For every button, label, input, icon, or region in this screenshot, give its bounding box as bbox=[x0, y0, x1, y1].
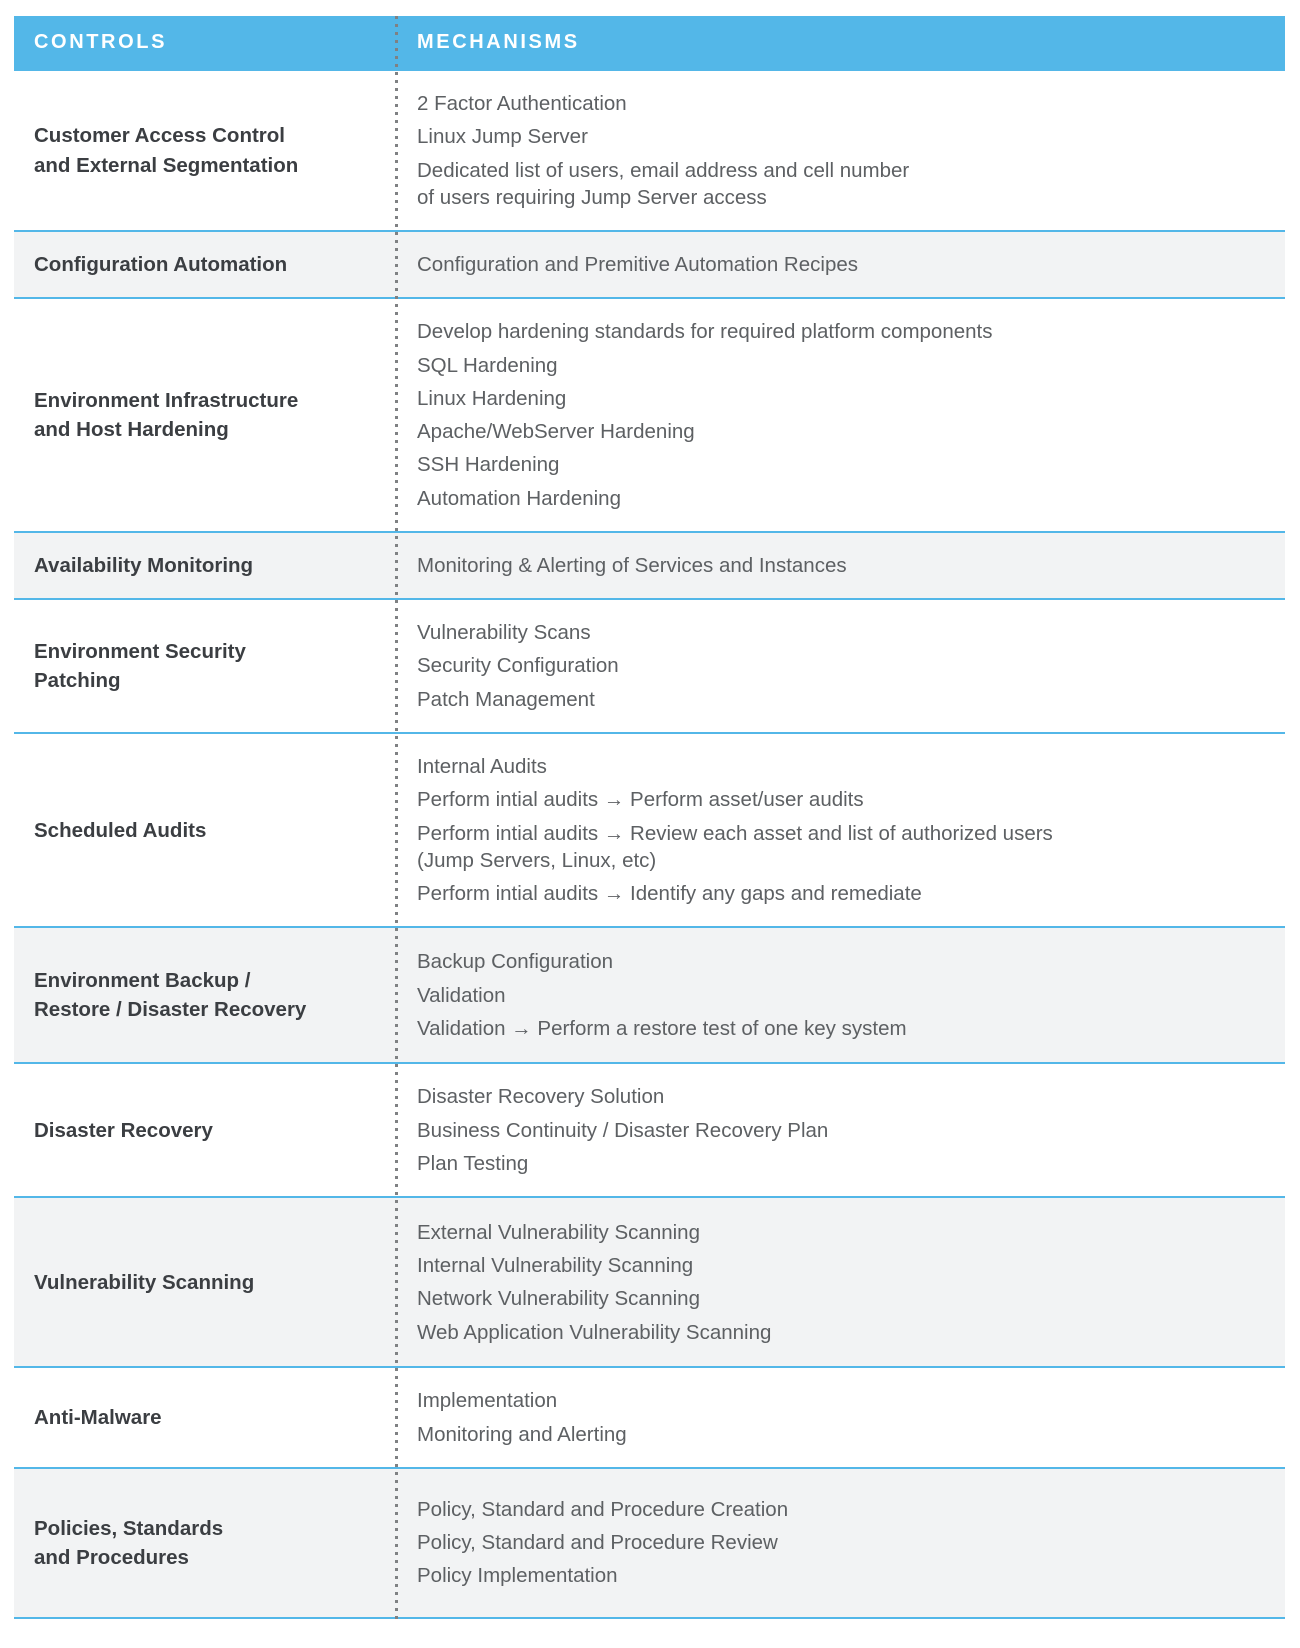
table-body: Customer Access Control and External Seg… bbox=[14, 69, 1285, 1619]
mechanism-item: Perform intial audits → Review each asse… bbox=[417, 821, 1053, 872]
mechanism-item: Perform intial audits → Perform asset/us… bbox=[417, 788, 864, 812]
table-header-row: CONTROLS MECHANISMS bbox=[14, 16, 1285, 69]
mechanism-item: Linux Hardening bbox=[417, 386, 567, 410]
control-title: Vulnerability Scanning bbox=[34, 1270, 255, 1294]
control-cell: Vulnerability Scanning bbox=[14, 1198, 395, 1366]
mechanism-cell: Backup Configuration Validation Validation… bbox=[395, 928, 1285, 1062]
control-cell: Environment Backup / Restore / Disaster … bbox=[14, 928, 395, 1062]
table-row: Policies, Standards and Procedures Policy… bbox=[14, 1466, 1285, 1619]
mechanism-item: Policy, Standard and Procedure Review bbox=[417, 1531, 778, 1555]
mechanism-cell: Policy, Standard and Procedure Creation P… bbox=[395, 1469, 1285, 1617]
table-row: Environment Backup / Restore / Disaster … bbox=[14, 926, 1285, 1063]
control-cell: Customer Access Control and External Seg… bbox=[14, 71, 395, 230]
mechanism-item: Vulnerability Scans bbox=[417, 621, 591, 645]
control-cell: Policies, Standards and Procedures bbox=[14, 1469, 395, 1617]
mechanism-item: Perform intial audits → Identify any gap… bbox=[417, 882, 922, 905]
table-row: Anti-Malware Implementation Monitoring and… bbox=[14, 1366, 1285, 1467]
table-row: Environment Security Patching Vulnerabili… bbox=[14, 598, 1285, 732]
mechanism-item: External Vulnerability Scanning bbox=[417, 1220, 700, 1244]
mechanism-item: Network Vulnerability Scanning bbox=[417, 1287, 700, 1311]
control-title: Environment Infrastructure and Host Hard… bbox=[34, 388, 299, 441]
mechanism-item: Dedicated list of users, email address a… bbox=[417, 158, 910, 209]
mechanism-cell: Disaster Recovery Solution Business Conti… bbox=[395, 1064, 1285, 1196]
table-row: Scheduled Audits Internal Audits Perform i… bbox=[14, 732, 1285, 926]
mechanism-item: Plan Testing bbox=[417, 1151, 529, 1175]
controls-mechanisms-table: CONTROLS MECHANISMS Customer Access Cont… bbox=[14, 16, 1285, 1619]
mechanism-item: Implementation bbox=[417, 1389, 558, 1413]
table-row: Configuration Automation Configuration an… bbox=[14, 230, 1285, 298]
mechanism-item: Validation → Perform a restore test of o… bbox=[417, 1016, 907, 1040]
control-title: Environment Backup / Restore / Disaster … bbox=[34, 969, 307, 1022]
mechanism-item: SSH Hardening bbox=[417, 453, 560, 477]
mechanism-item: Linux Jump Server bbox=[417, 125, 588, 149]
control-title: Environment Security Patching bbox=[34, 639, 246, 692]
column-header-controls: CONTROLS bbox=[34, 31, 168, 53]
control-cell: Environment Security Patching bbox=[14, 600, 395, 732]
control-title: Availability Monitoring bbox=[34, 553, 254, 577]
table-row: Customer Access Control and External Seg… bbox=[14, 69, 1285, 230]
column-header-mechanisms: MECHANISMS bbox=[417, 31, 580, 53]
table-row: Availability Monitoring Monitoring & Aler… bbox=[14, 530, 1285, 598]
mechanism-cell: Monitoring & Alerting of Services and In… bbox=[395, 533, 1285, 598]
mechanism-item: Internal Audits bbox=[417, 755, 547, 778]
mechanism-item: Policy, Standard and Procedure Creation bbox=[417, 1497, 789, 1521]
mechanism-cell: Configuration and Premitive Automation R… bbox=[395, 232, 1285, 297]
mechanism-item: Security Configuration bbox=[417, 654, 619, 678]
mechanism-item: Backup Configuration bbox=[417, 950, 614, 974]
mechanism-item: Disaster Recovery Solution bbox=[417, 1085, 665, 1109]
mechanism-item: Develop hardening standards for required… bbox=[417, 320, 993, 344]
mechanism-cell: Develop hardening standards for required… bbox=[395, 299, 1285, 531]
table-row: Vulnerability Scanning External Vulnerabi… bbox=[14, 1196, 1285, 1367]
mechanism-item: Configuration and Premitive Automation R… bbox=[417, 253, 858, 276]
control-cell: Disaster Recovery bbox=[14, 1064, 395, 1196]
mechanism-item: Monitoring & Alerting of Services and In… bbox=[417, 553, 847, 577]
control-cell: Availability Monitoring bbox=[14, 533, 395, 598]
control-title: Anti-Malware bbox=[34, 1405, 162, 1429]
mechanism-item: SQL Hardening bbox=[417, 353, 558, 377]
control-cell: Scheduled Audits bbox=[14, 734, 395, 926]
table-row: Environment Infrastructure and Host Hard… bbox=[14, 297, 1285, 531]
mechanism-item: 2 Factor Authentication bbox=[417, 92, 627, 115]
control-cell: Anti-Malware bbox=[14, 1368, 395, 1467]
mechanism-cell: External Vulnerability Scanning Internal … bbox=[395, 1198, 1285, 1366]
mechanism-item: Automation Hardening bbox=[417, 486, 621, 510]
control-title: Customer Access Control and External Seg… bbox=[34, 124, 299, 177]
control-title: Policies, Standards and Procedures bbox=[34, 1516, 224, 1569]
mechanism-item: Validation bbox=[417, 983, 506, 1007]
control-cell: Configuration Automation bbox=[14, 232, 395, 297]
control-cell: Environment Infrastructure and Host Hard… bbox=[14, 299, 395, 531]
table-row: Disaster Recovery Disaster Recovery Solut… bbox=[14, 1062, 1285, 1196]
control-title: Scheduled Audits bbox=[34, 818, 207, 842]
mechanism-cell: 2 Factor Authentication Linux Jump Server… bbox=[395, 71, 1285, 230]
control-title: Configuration Automation bbox=[34, 253, 288, 277]
control-title: Disaster Recovery bbox=[34, 1118, 213, 1142]
mechanism-cell: Implementation Monitoring and Alerting bbox=[395, 1368, 1285, 1467]
mechanism-cell: Internal Audits Perform intial audits → P… bbox=[395, 734, 1285, 926]
mechanism-item: Web Application Vulnerability Scanning bbox=[417, 1320, 772, 1344]
mechanism-item: Patch Management bbox=[417, 687, 595, 711]
mechanism-item: Monitoring and Alerting bbox=[417, 1422, 627, 1446]
mechanism-item: Business Continuity / Disaster Recovery … bbox=[417, 1118, 829, 1142]
mechanism-item: Internal Vulnerability Scanning bbox=[417, 1254, 694, 1277]
mechanism-cell: Vulnerability Scans Security Configuratio… bbox=[395, 600, 1285, 732]
mechanism-item: Policy Implementation bbox=[417, 1564, 618, 1588]
mechanism-item: Apache/WebServer Hardening bbox=[417, 420, 695, 443]
